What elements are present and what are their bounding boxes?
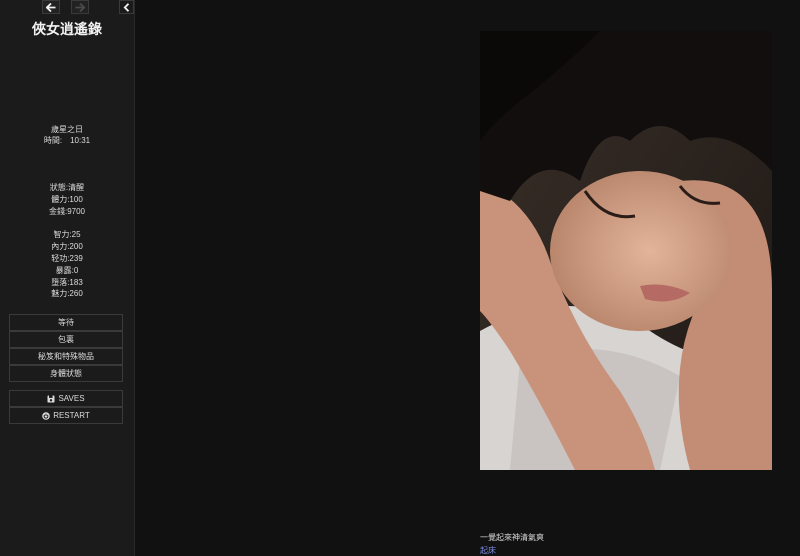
stat-inner-power: 內力:200 [51, 242, 83, 251]
narration-text: 一覺起來神清氣爽 [480, 533, 544, 542]
arrow-right-icon [75, 2, 85, 12]
stat-intellect: 智力:25 [53, 230, 81, 239]
restart-button[interactable]: RESTART [9, 407, 123, 424]
story-title: 俠女逍遙錄 [32, 21, 102, 37]
inventory-button[interactable]: 包裏 [9, 331, 123, 348]
sidebar-toggle-button[interactable] [119, 0, 134, 14]
stat-lightness: 轻功:239 [51, 254, 83, 263]
arrow-left-icon [46, 2, 56, 12]
time-display: 時間: 10:31 [43, 136, 91, 145]
stat-exposure: 暴露:0 [55, 266, 79, 275]
history-back-button[interactable] [42, 0, 60, 14]
sidebar: 俠女逍遙錄 歲星之日 時間: 10:31 狀態:清醒 體力:100 金錢:970… [0, 0, 135, 556]
wait-button[interactable]: 等待 [9, 314, 123, 331]
stat-corruption: 墮落:183 [51, 278, 83, 287]
stat-stamina: 體力:100 [51, 195, 83, 204]
secret-items-button[interactable]: 秘笈和特殊物品 [9, 348, 123, 365]
get-up-link[interactable]: 起床 [480, 545, 496, 556]
status-state: 狀態:清醒 [49, 183, 85, 192]
stat-money: 金錢:9700 [48, 207, 86, 216]
date-label: 歲星之日 [51, 125, 83, 134]
body-status-button[interactable]: 身體狀態 [9, 365, 123, 382]
saves-label: SAVES [58, 394, 85, 403]
restart-label: RESTART [53, 411, 90, 420]
floppy-disk-icon [47, 395, 55, 402]
sleeping-woman-photo [480, 31, 772, 470]
history-forward-button[interactable] [71, 0, 89, 14]
chevron-left-icon [123, 2, 130, 12]
stat-charm: 魅力:260 [51, 289, 83, 298]
power-icon [42, 411, 50, 420]
saves-button[interactable]: SAVES [9, 390, 123, 407]
